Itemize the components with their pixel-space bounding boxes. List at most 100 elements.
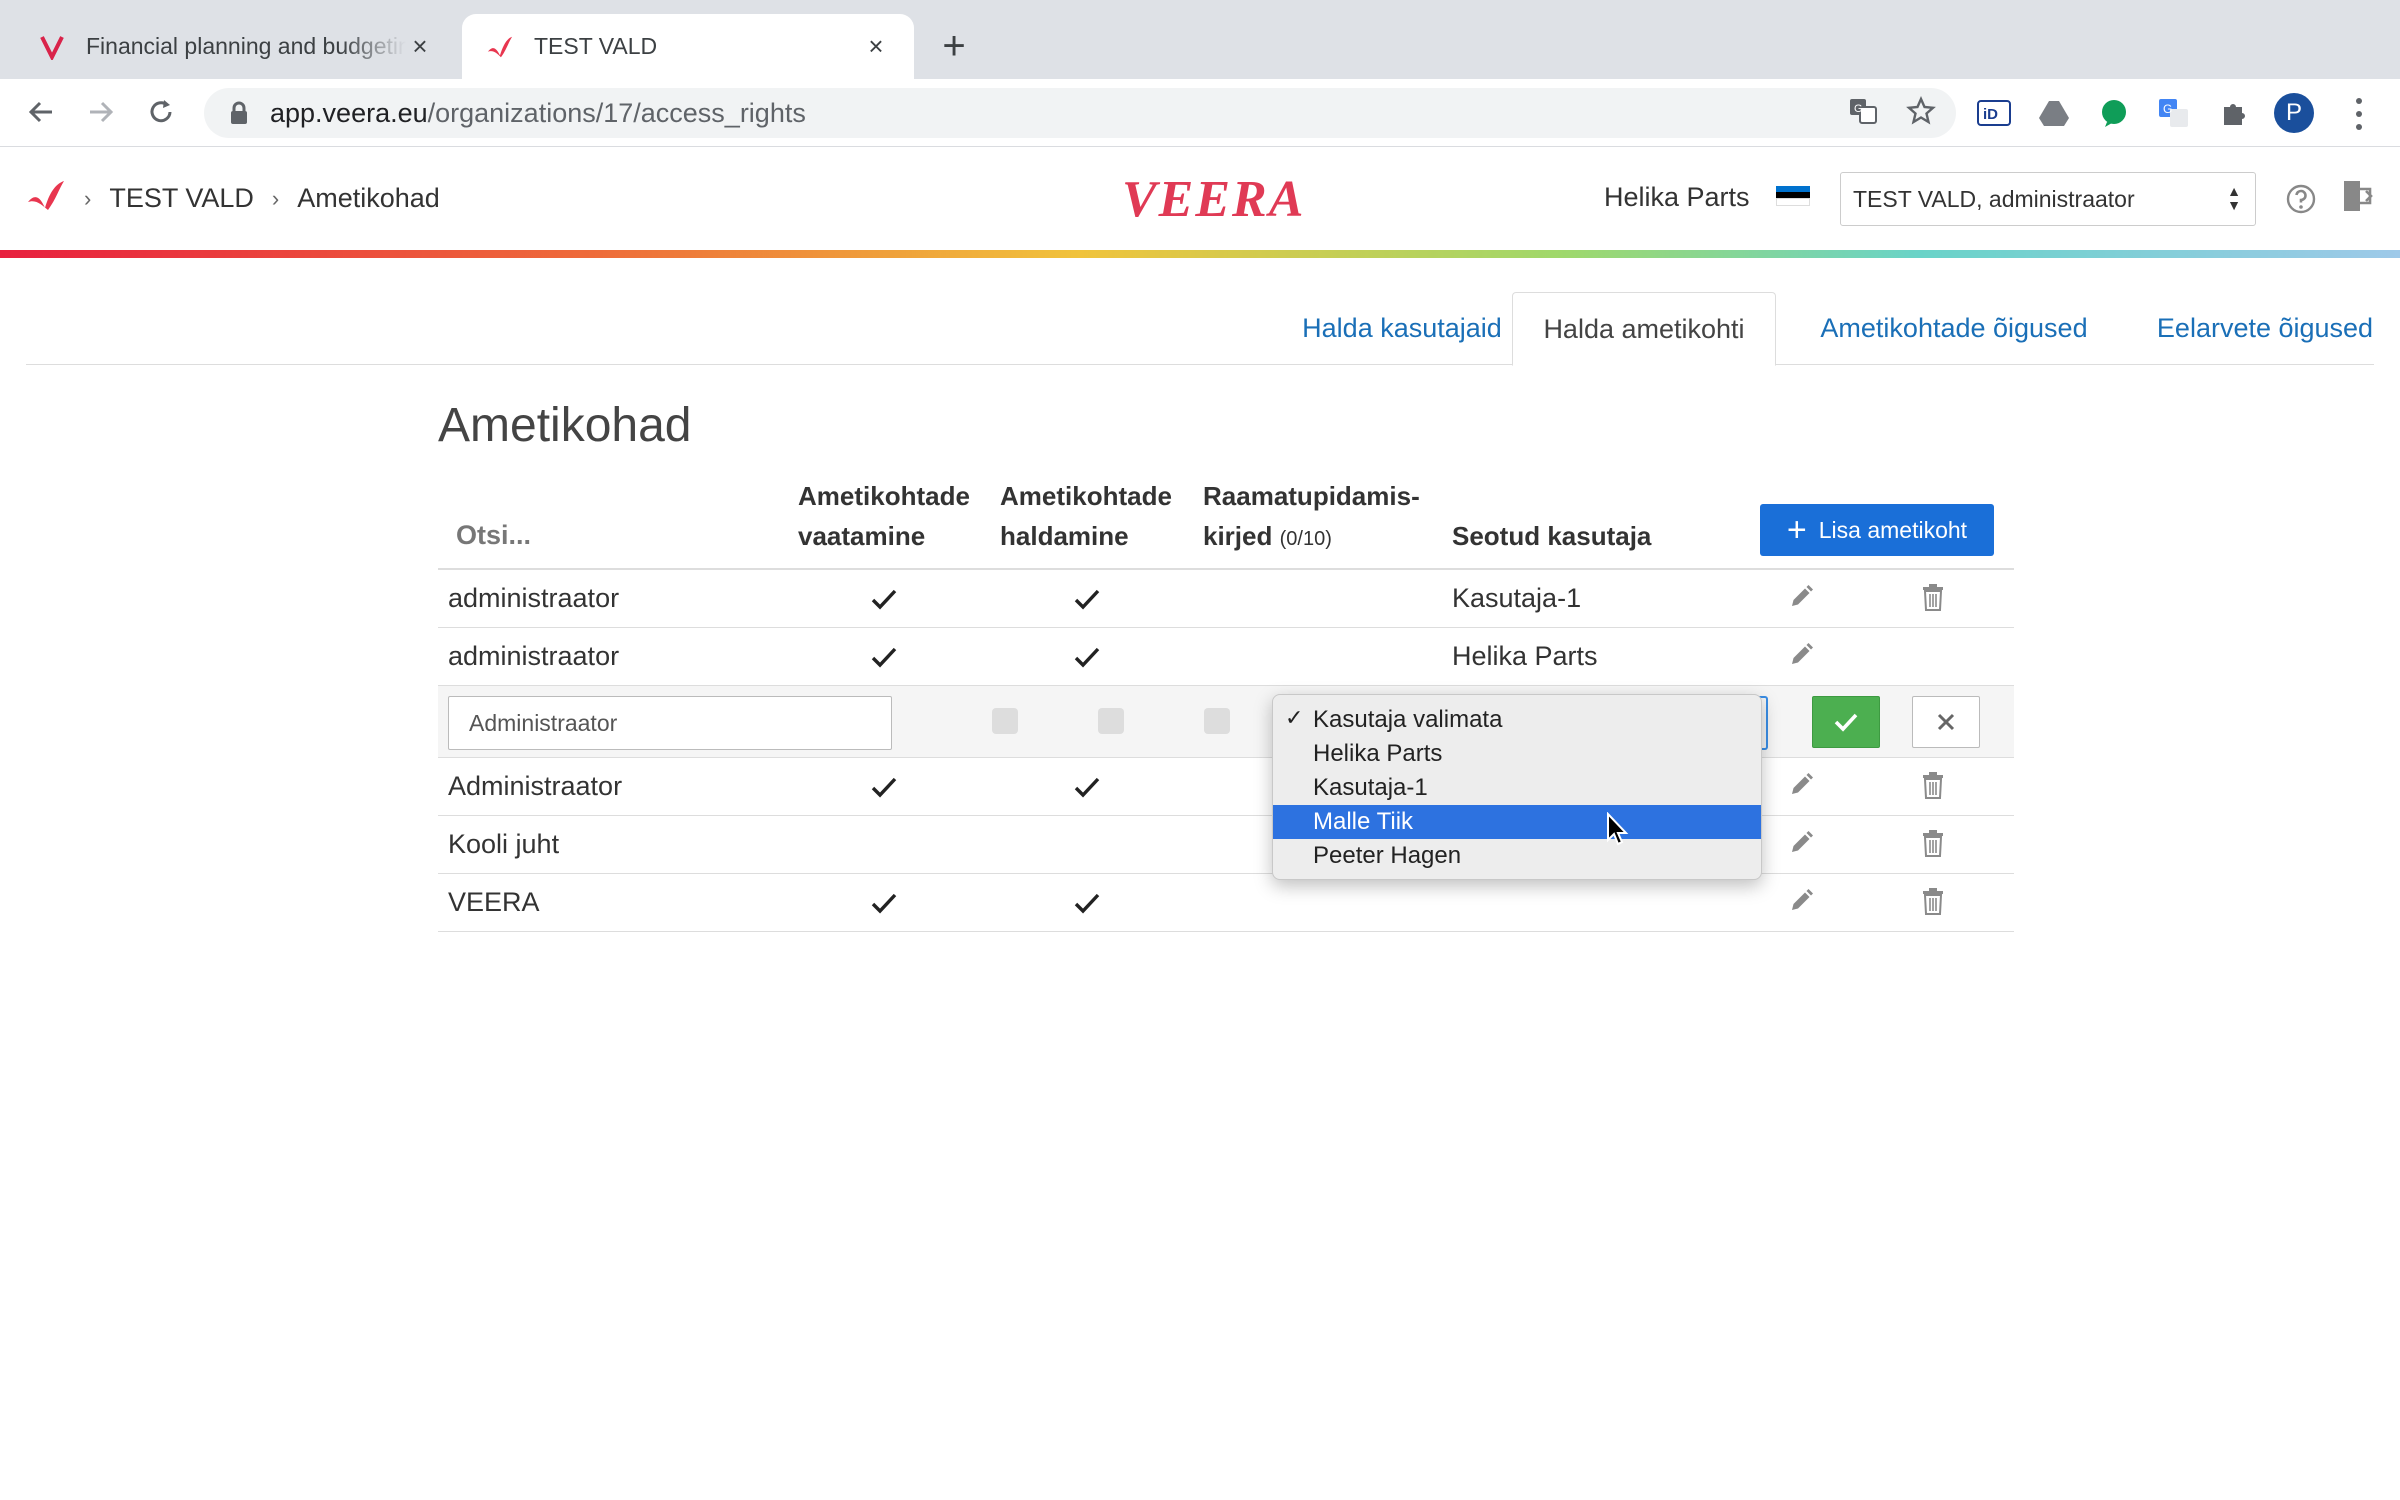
close-icon[interactable]: ×: [862, 31, 890, 61]
breadcrumb: › TEST VALD › Ametikohad: [26, 178, 440, 219]
new-tab-icon[interactable]: +: [934, 24, 974, 68]
browser-toolbar: app.veera.eu/organizations/17/access_rig…: [0, 79, 2400, 147]
manage-check-icon: [1074, 628, 1100, 685]
tab-budget-rights[interactable]: Eelarvete õigused: [2130, 292, 2400, 365]
translate-icon[interactable]: G: [1848, 96, 1878, 131]
delete-trash-icon[interactable]: [1916, 884, 1950, 918]
dropdown-option-label: Kasutaja-1: [1313, 774, 1428, 801]
column-header-ledger-line2: kirjed: [1203, 521, 1273, 551]
position-name: Kooli juht: [448, 829, 560, 859]
dropdown-option[interactable]: Kasutaja-1: [1273, 771, 1761, 805]
role-select[interactable]: TEST VALD, administraator ▲ ▼: [1840, 172, 2256, 226]
edit-row: Administraator: [438, 686, 2014, 758]
mouse-cursor-icon: [1607, 812, 1629, 846]
dropdown-option[interactable]: ✓ Kasutaja valimata: [1273, 703, 1761, 737]
delete-trash-icon[interactable]: [1916, 768, 1950, 802]
view-check-icon: [871, 570, 897, 627]
role-select-value: TEST VALD, administraator: [1853, 185, 2135, 212]
edit-pencil-icon[interactable]: [1784, 884, 1818, 918]
edit-pencil-icon[interactable]: [1784, 768, 1818, 802]
bookmark-star-icon[interactable]: [1906, 95, 1936, 131]
manage-check-icon: [1074, 570, 1100, 627]
select-arrows-icon: ▲ ▼: [2227, 183, 2241, 213]
forward-icon[interactable]: [78, 89, 124, 135]
linked-user: Helika Parts: [1452, 641, 1598, 671]
ledger-count: (0/10): [1279, 528, 1332, 550]
column-header-user: Seotud kasutaja: [1452, 521, 1652, 551]
dropdown-option-label: Malle Tiik: [1313, 808, 1414, 835]
chevron-right-icon: ›: [271, 185, 280, 211]
position-name-input[interactable]: Administraator: [448, 696, 892, 750]
add-position-button[interactable]: + Lisa ametikoht: [1760, 504, 1994, 556]
position-name: administraator: [448, 583, 620, 613]
tab-manage-positions[interactable]: Halda ametikohti: [1512, 292, 1776, 366]
table-row: Administraator: [438, 758, 2014, 816]
checkmark-icon: ✓: [1285, 705, 1304, 730]
dropdown-option[interactable]: Peeter Hagen: [1273, 839, 1761, 873]
dropdown-option-label: Kasutaja valimata: [1313, 706, 1503, 733]
view-checkbox[interactable]: [992, 708, 1018, 734]
chat-extension-icon[interactable]: [2094, 93, 2134, 133]
breadcrumb-org[interactable]: TEST VALD: [109, 183, 254, 214]
close-icon: [1937, 713, 1955, 731]
manage-check-icon: [1074, 758, 1100, 815]
edit-pencil-icon[interactable]: [1784, 638, 1818, 672]
url-path: /organizations/17/access_rights: [427, 97, 806, 128]
drive-extension-icon[interactable]: [2034, 93, 2074, 133]
url-host: app.veera.eu: [270, 97, 428, 128]
edit-pencil-icon[interactable]: [1784, 580, 1818, 614]
tab-manage-users[interactable]: Halda kasutajaid: [1252, 292, 1552, 365]
extensions-puzzle-icon[interactable]: [2214, 93, 2254, 133]
plus-icon: +: [1786, 511, 1807, 549]
manage-check-icon: [1074, 874, 1100, 931]
edit-pencil-icon[interactable]: [1784, 826, 1818, 860]
browser-menu-icon[interactable]: [2342, 95, 2376, 133]
positions-table: Otsi... Ametikohtade vaatamine Ametikoht…: [438, 470, 2014, 932]
dropdown-option[interactable]: Helika Parts: [1273, 737, 1761, 771]
veera-bird-icon: [486, 33, 514, 61]
id-card-extension-icon[interactable]: iD: [1974, 93, 2014, 133]
user-select-dropdown[interactable]: ✓ Kasutaja valimata Helika Parts Kasutaja-1…: [1272, 694, 1762, 880]
home-bird-icon[interactable]: [26, 178, 66, 219]
position-name-input-value: Administraator: [469, 709, 618, 736]
column-header-manage-line2: haldamine: [1000, 521, 1129, 551]
close-icon[interactable]: ×: [406, 31, 434, 61]
table-header: Otsi... Ametikohtade vaatamine Ametikoht…: [438, 470, 2014, 570]
confirm-button[interactable]: [1812, 696, 1880, 748]
linked-user: Kasutaja-1: [1452, 583, 1582, 613]
ledger-checkbox[interactable]: [1204, 708, 1230, 734]
view-check-icon: [871, 758, 897, 815]
logout-icon[interactable]: [2340, 178, 2376, 214]
column-header-view: Ametikohtade vaatamine: [798, 476, 970, 556]
help-icon[interactable]: [2284, 182, 2318, 216]
search-input[interactable]: Otsi...: [456, 520, 531, 551]
lock-icon: [226, 100, 252, 126]
table-row: administraator Helika Parts: [438, 628, 2014, 686]
cancel-button[interactable]: [1912, 696, 1980, 748]
chevron-right-icon: ›: [84, 185, 92, 211]
check-icon: [1834, 713, 1858, 732]
current-user-name: Helika Parts: [1604, 182, 1750, 212]
column-header-view-line2: vaatamine: [798, 521, 926, 551]
dropdown-option[interactable]: Malle Tiik: [1273, 805, 1761, 839]
veera-v-icon: [38, 33, 66, 61]
delete-trash-icon[interactable]: [1916, 580, 1950, 614]
table-row: administraator Kasutaja-1: [438, 570, 2014, 628]
browser-tabstrip: Financial planning and budgeting × TEST …: [0, 0, 2400, 79]
delete-trash-icon[interactable]: [1916, 826, 1950, 860]
google-translate-extension-icon[interactable]: G: [2154, 93, 2194, 133]
profile-avatar[interactable]: P: [2274, 93, 2314, 133]
add-position-label: Lisa ametikoht: [1818, 516, 1968, 543]
manage-checkbox[interactable]: [1098, 708, 1124, 734]
browser-tab-financial[interactable]: Financial planning and budgeting ×: [14, 14, 458, 79]
back-icon[interactable]: [18, 89, 64, 135]
browser-tab-test-vald[interactable]: TEST VALD ×: [462, 14, 914, 79]
svg-text:G: G: [1854, 103, 1863, 115]
address-bar[interactable]: app.veera.eu/organizations/17/access_rig…: [204, 88, 1956, 138]
estonian-flag-icon[interactable]: [1776, 186, 1810, 206]
tab-position-rights[interactable]: Ametikohtade õigused: [1798, 292, 2110, 365]
reload-icon[interactable]: [138, 89, 184, 135]
url-text: app.veera.eu/organizations/17/access_rig…: [270, 98, 806, 129]
browser-tab-title: Financial planning and budgeting: [86, 33, 406, 59]
position-name: administraator: [448, 641, 620, 671]
